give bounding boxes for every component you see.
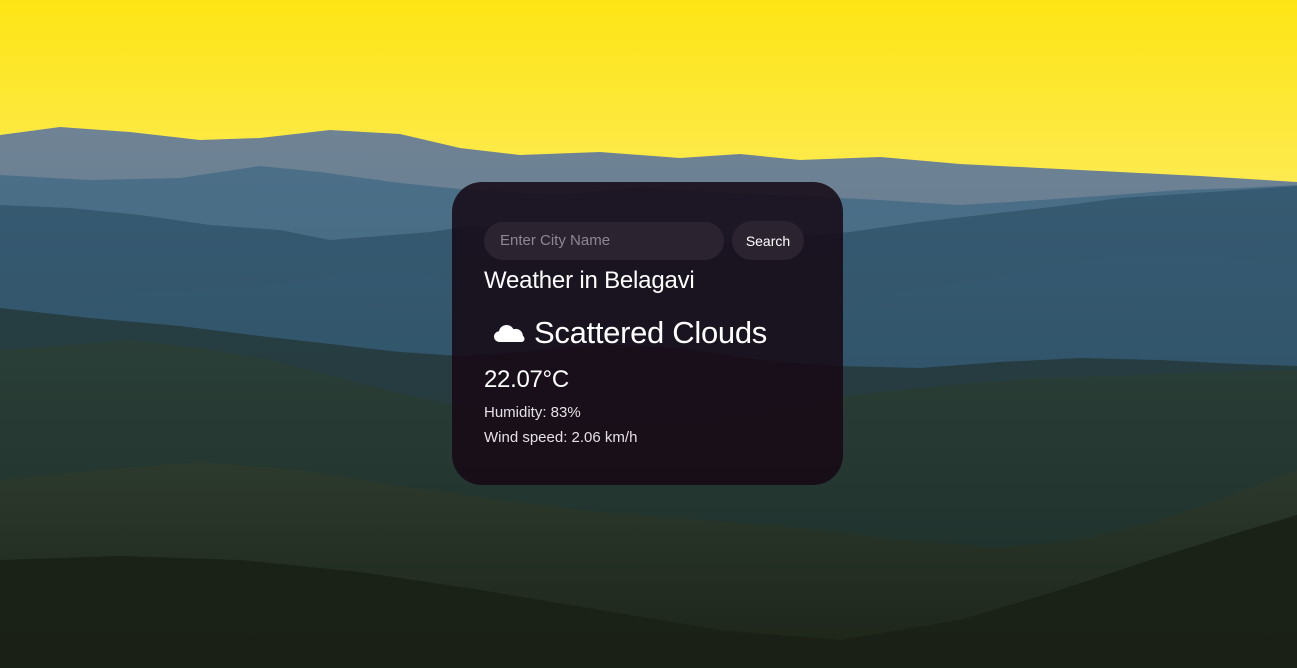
humidity: Humidity: 83% bbox=[484, 404, 581, 421]
weather-condition: Scattered Clouds bbox=[484, 314, 811, 352]
cloud-icon bbox=[493, 321, 525, 345]
city-search-input[interactable] bbox=[484, 221, 724, 260]
wind-speed: Wind speed: 2.06 km/h bbox=[484, 429, 638, 446]
city-title: Weather in Belagavi bbox=[484, 267, 695, 294]
temperature: 22.07°C bbox=[484, 366, 569, 393]
weather-description: Scattered Clouds bbox=[534, 315, 767, 350]
weather-card: Search Weather in Belagavi Scattered Clo… bbox=[452, 182, 843, 485]
search-bar: Search bbox=[484, 221, 811, 260]
search-button[interactable]: Search bbox=[732, 221, 804, 260]
